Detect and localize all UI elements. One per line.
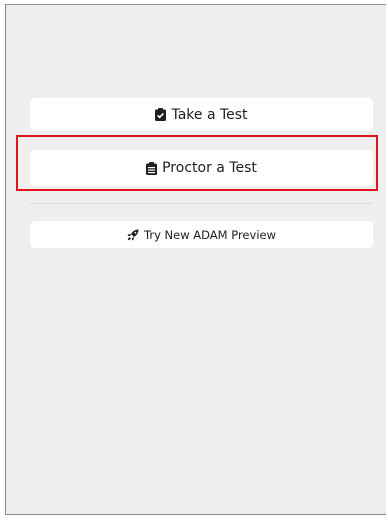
- selection-highlight: [16, 135, 378, 191]
- take-test-label: Take a Test: [171, 106, 248, 123]
- rocket-icon: [127, 229, 139, 241]
- app-panel: Take a Test Proctor a Test Try New ADAM …: [5, 4, 386, 515]
- clipboard-check-icon: [155, 108, 167, 121]
- try-adam-preview-label: Try New ADAM Preview: [144, 227, 276, 242]
- try-adam-preview-button[interactable]: Try New ADAM Preview: [30, 221, 373, 248]
- divider: [30, 203, 373, 204]
- take-test-button[interactable]: Take a Test: [30, 98, 373, 131]
